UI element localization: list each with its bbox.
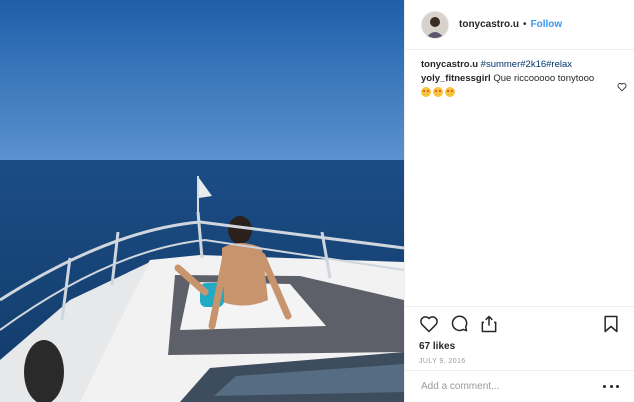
comments-section: tonycastro.u #summer#2k16#relax yoly_fit… bbox=[421, 58, 627, 97]
post-header: tonycastro.u • Follow bbox=[405, 0, 634, 50]
heart-icon[interactable] bbox=[419, 314, 439, 334]
comment-item: yoly_fitnessgirl Que riccooooo tonytooo bbox=[421, 72, 627, 97]
comment-like-heart-icon[interactable] bbox=[617, 82, 627, 92]
post-actions: 67 likes JULY 9, 2016 bbox=[405, 306, 634, 365]
comment-icon[interactable] bbox=[449, 314, 469, 334]
comment-emojis bbox=[421, 87, 627, 97]
post-details-panel: tonycastro.u • Follow tonycastro.u #summ… bbox=[404, 0, 634, 402]
share-icon[interactable] bbox=[479, 314, 499, 334]
comment-username[interactable]: yoly_fitnessgirl bbox=[421, 73, 491, 84]
header-username[interactable]: tonycastro.u bbox=[459, 19, 519, 30]
action-icons bbox=[419, 313, 621, 335]
bookmark-icon[interactable] bbox=[601, 314, 621, 334]
more-options-icon[interactable] bbox=[603, 382, 619, 392]
likes-count[interactable]: 67 likes bbox=[419, 341, 621, 352]
post-date: JULY 9, 2016 bbox=[419, 358, 466, 365]
comment-text: Que riccooooo tonytooo bbox=[493, 73, 595, 84]
caption-hashtags[interactable]: #summer#2k16#relax bbox=[481, 59, 572, 70]
heart-eyes-emoji bbox=[433, 87, 443, 97]
follow-button[interactable]: Follow bbox=[531, 19, 563, 30]
boat-photo-illustration bbox=[0, 0, 404, 402]
heart-eyes-emoji bbox=[421, 87, 431, 97]
heart-eyes-emoji bbox=[445, 87, 455, 97]
avatar[interactable] bbox=[421, 10, 449, 39]
instagram-post: tonycastro.u • Follow tonycastro.u #summ… bbox=[0, 0, 634, 402]
caption: tonycastro.u #summer#2k16#relax bbox=[421, 58, 627, 72]
add-comment-input[interactable] bbox=[421, 381, 603, 392]
avatar-image bbox=[422, 11, 448, 38]
separator-dot: • bbox=[523, 19, 527, 30]
post-photo[interactable] bbox=[0, 0, 404, 402]
caption-username[interactable]: tonycastro.u bbox=[421, 59, 478, 70]
add-comment-bar bbox=[405, 370, 634, 402]
